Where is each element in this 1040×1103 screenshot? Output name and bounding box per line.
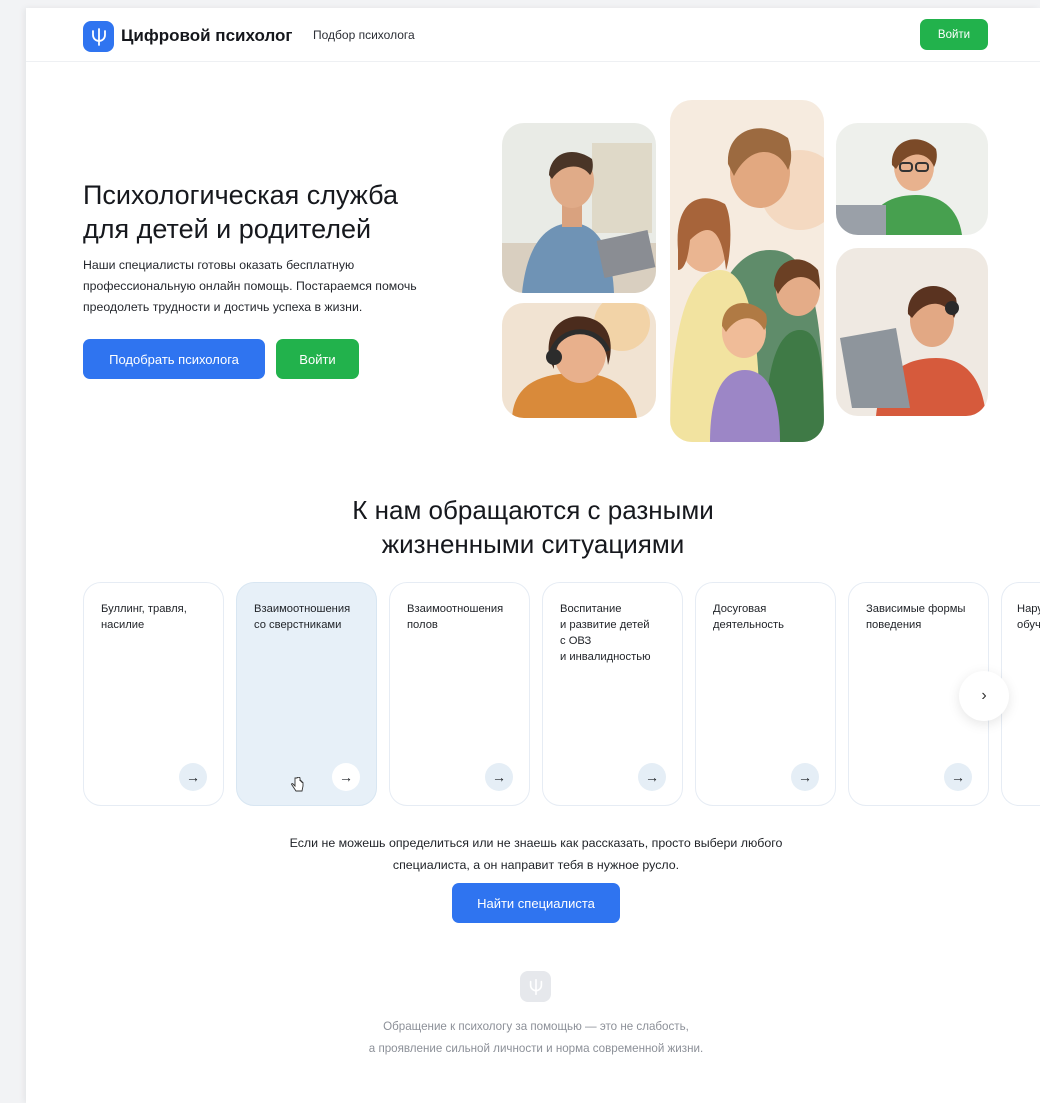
nav-link-pick-psychologist[interactable]: Подбор психолога: [313, 28, 415, 42]
hero-description-line: преодолеть трудности и достичь успеха в …: [83, 300, 363, 314]
situation-card[interactable]: Буллинг, травля, насилие →: [83, 582, 224, 806]
photo-woman-headset: [836, 123, 988, 235]
pick-psychologist-button[interactable]: Подобрать психолога: [83, 339, 265, 379]
situation-card[interactable]: Взаимоотношения полов →: [389, 582, 530, 806]
situation-card-label: Взаимоотношения со сверстниками: [254, 603, 351, 631]
help-text: Если не можешь определиться или не знаеш…: [26, 832, 1040, 876]
photo-family: [670, 100, 824, 442]
psi-icon: [520, 971, 551, 1002]
situation-card-label: Зависимые формы поведения: [866, 603, 966, 631]
help-text-line: Если не можешь определиться или не знаеш…: [289, 836, 783, 850]
hero-title-line: для детей и родителей: [83, 214, 372, 244]
hero-title: Психологическая служба для детей и родит…: [83, 178, 483, 246]
situations-title-line: К нам обращаются с разными: [352, 495, 714, 525]
hero-title-line: Психологическая служба: [83, 180, 399, 210]
hand-cursor-icon: [291, 776, 305, 798]
header: Цифровой психолог Подбор психолога Войти: [26, 8, 1040, 62]
photo-man-laptop: [502, 123, 656, 293]
arrow-right-icon[interactable]: →: [179, 763, 207, 791]
situation-card-label: Досуговая деятельность: [713, 603, 784, 631]
find-specialist-button[interactable]: Найти специалиста: [452, 883, 620, 923]
situations-title: К нам обращаются с разными жизненными си…: [26, 493, 1040, 561]
situation-card-label: Нару обуч: [1017, 603, 1040, 631]
hero-description-line: Наши специалисты готовы оказать бесплатн…: [83, 258, 355, 272]
footer-quote: Обращение к психологу за помощью — это н…: [26, 1016, 1040, 1060]
psi-icon: [91, 27, 106, 46]
logo-text[interactable]: Цифровой психолог: [121, 26, 293, 46]
arrow-right-icon[interactable]: →: [791, 763, 819, 791]
page: Цифровой психолог Подбор психолога Войти…: [26, 8, 1040, 1103]
photo-girl-headset: [502, 303, 656, 418]
footer-quote-line: Обращение к психологу за помощью — это н…: [383, 1020, 689, 1033]
situation-card-label: Воспитание и развитие детей с ОВЗ и инва…: [560, 603, 651, 663]
help-text-line: специалиста, а он направит тебя в нужное…: [392, 858, 680, 872]
situation-card[interactable]: Взаимоотношения со сверстниками →: [236, 582, 377, 806]
situation-card-label: Буллинг, травля, насилие: [101, 603, 187, 631]
header-login-button[interactable]: Войти: [920, 19, 988, 50]
arrow-right-icon[interactable]: →: [332, 763, 360, 791]
arrow-right-icon[interactable]: →: [485, 763, 513, 791]
situation-cards: Буллинг, травля, насилие → Взаимоотношен…: [83, 582, 1040, 808]
hero-login-button[interactable]: Войти: [276, 339, 359, 379]
footer-quote-line: а проявление сильной личности и норма со…: [368, 1042, 704, 1055]
hero-description: Наши специалисты готовы оказать бесплатн…: [83, 255, 463, 318]
situations-title-line: жизненными ситуациями: [381, 529, 685, 559]
arrow-right-icon[interactable]: →: [638, 763, 666, 791]
situation-card-label: Взаимоотношения полов: [407, 603, 504, 631]
situation-card[interactable]: Воспитание и развитие детей с ОВЗ и инва…: [542, 582, 683, 806]
logo-icon[interactable]: [83, 21, 114, 52]
situation-card[interactable]: Досуговая деятельность →: [695, 582, 836, 806]
chevron-right-icon[interactable]: ›: [959, 671, 1009, 721]
hero-description-line: профессиональную онлайн помощь. Постарае…: [83, 279, 417, 293]
photo-boy-laptop: [836, 248, 988, 416]
arrow-right-icon[interactable]: →: [944, 763, 972, 791]
